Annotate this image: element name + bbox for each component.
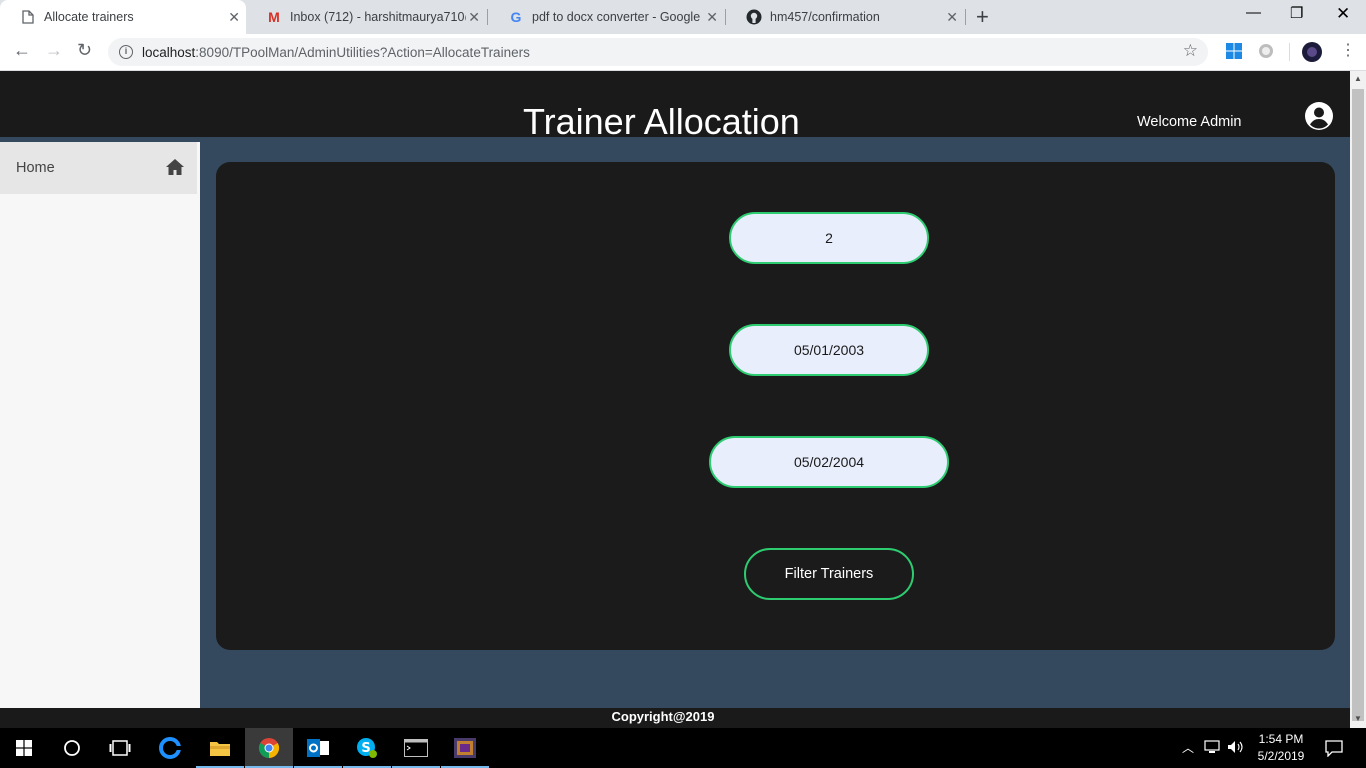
scrollbar-thumb[interactable] xyxy=(1352,89,1364,721)
page-scrollbar[interactable]: ▲ ▼ xyxy=(1350,71,1366,728)
start-date-field[interactable] xyxy=(729,324,929,376)
welcome-text: Welcome Admin xyxy=(1137,114,1242,130)
reload-icon[interactable]: ↻ xyxy=(77,40,92,61)
sidebar-item-home[interactable]: Home xyxy=(0,142,197,194)
tab-github[interactable]: hm457/confirmation ✕ xyxy=(726,0,964,34)
scroll-down-icon[interactable]: ▼ xyxy=(1354,714,1362,723)
copyright-footer: Copyright@2019 xyxy=(0,708,1350,728)
address-bar[interactable]: i localhost:8090/TPoolMan/AdminUtilities… xyxy=(108,38,1208,66)
task-view-icon[interactable] xyxy=(96,728,144,768)
site-info-icon[interactable]: i xyxy=(119,45,133,59)
edge-browser-icon[interactable] xyxy=(146,728,194,768)
search-circle-icon[interactable] xyxy=(48,728,96,768)
app-header: Trainer Allocation Welcome Admin xyxy=(0,71,1350,142)
new-tab-button[interactable]: + xyxy=(976,4,989,30)
bookmark-star-icon[interactable]: ☆ xyxy=(1183,41,1198,61)
close-tab-icon[interactable]: ✕ xyxy=(228,9,240,26)
user-circle-icon[interactable] xyxy=(1305,102,1333,130)
allocation-form-card: Filter Trainers xyxy=(216,162,1335,650)
skype-icon[interactable]: S xyxy=(343,728,391,768)
minimize-icon[interactable]: — xyxy=(1246,4,1261,21)
document-icon xyxy=(20,9,36,25)
close-tab-icon[interactable]: ✕ xyxy=(946,9,958,26)
url-host: localhost xyxy=(142,45,196,60)
filter-trainers-button[interactable]: Filter Trainers xyxy=(744,548,914,600)
close-window-icon[interactable]: ✕ xyxy=(1336,4,1350,24)
tab-title: hm457/confirmation xyxy=(770,10,880,24)
clock-date: 5/2/2019 xyxy=(1257,749,1305,763)
browser-tab-bar: Allocate trainers ✕ M Inbox (712) - hars… xyxy=(0,0,1366,34)
network-icon[interactable] xyxy=(1204,740,1222,759)
windows-taskbar: S ︿ 1:54 PM 5/2/2019 xyxy=(0,728,1366,768)
outlook-icon[interactable] xyxy=(294,728,342,768)
forward-arrow-icon[interactable]: → xyxy=(45,40,63,61)
github-icon xyxy=(746,9,762,25)
end-date-field[interactable] xyxy=(709,436,949,488)
tab-allocate-trainers[interactable]: Allocate trainers ✕ xyxy=(0,0,246,34)
sidebar: Home xyxy=(0,142,200,728)
google-icon: G xyxy=(510,9,522,25)
tab-title: Allocate trainers xyxy=(44,10,134,24)
home-icon xyxy=(165,157,185,177)
browser-toolbar: ← → ↻ i localhost:8090/TPoolMan/AdminUti… xyxy=(0,34,1366,71)
command-prompt-icon[interactable] xyxy=(392,728,440,768)
profile-avatar-icon[interactable] xyxy=(1302,42,1322,62)
windows-extension-icon[interactable] xyxy=(1225,42,1245,62)
circle-extension-icon[interactable] xyxy=(1257,42,1277,62)
url-path: :8090/TPoolMan/AdminUtilities?Action=All… xyxy=(195,45,530,60)
trainer-count-field[interactable] xyxy=(729,212,929,264)
windows-start-icon[interactable] xyxy=(0,728,48,768)
gmail-icon: M xyxy=(268,9,280,25)
tab-inbox[interactable]: M Inbox (712) - harshitmaurya710@ ✕ xyxy=(246,0,486,34)
clock-time: 1:54 PM xyxy=(1258,732,1304,746)
game-app-icon[interactable] xyxy=(441,728,489,768)
back-arrow-icon[interactable]: ← xyxy=(13,40,31,61)
volume-icon[interactable] xyxy=(1227,740,1245,759)
system-clock[interactable]: 1:54 PM 5/2/2019 xyxy=(1250,731,1312,765)
notifications-icon[interactable] xyxy=(1325,739,1343,762)
tab-title: Inbox (712) - harshitmaurya710@ xyxy=(290,10,466,24)
tab-google[interactable]: G pdf to docx converter - Google S ✕ xyxy=(488,0,724,34)
menu-kebab-icon[interactable]: ⋮ xyxy=(1340,40,1356,60)
url-text: localhost:8090/TPoolMan/AdminUtilities?A… xyxy=(142,45,530,60)
close-tab-icon[interactable]: ✕ xyxy=(468,9,480,26)
sidebar-item-label: Home xyxy=(16,160,55,176)
file-explorer-icon[interactable] xyxy=(196,728,244,768)
tab-title: pdf to docx converter - Google S xyxy=(532,10,704,24)
scroll-up-icon[interactable]: ▲ xyxy=(1354,74,1362,83)
restore-icon[interactable]: ❐ xyxy=(1290,4,1303,22)
app-viewport: Trainer Allocation Welcome Admin Home Fi… xyxy=(0,71,1350,728)
page-title: Trainer Allocation xyxy=(523,101,800,142)
chrome-icon[interactable] xyxy=(245,728,293,768)
chevron-up-icon[interactable]: ︿ xyxy=(1182,739,1194,756)
close-tab-icon[interactable]: ✕ xyxy=(706,9,718,26)
toolbar-divider xyxy=(1289,43,1290,61)
tab-divider xyxy=(965,9,966,25)
